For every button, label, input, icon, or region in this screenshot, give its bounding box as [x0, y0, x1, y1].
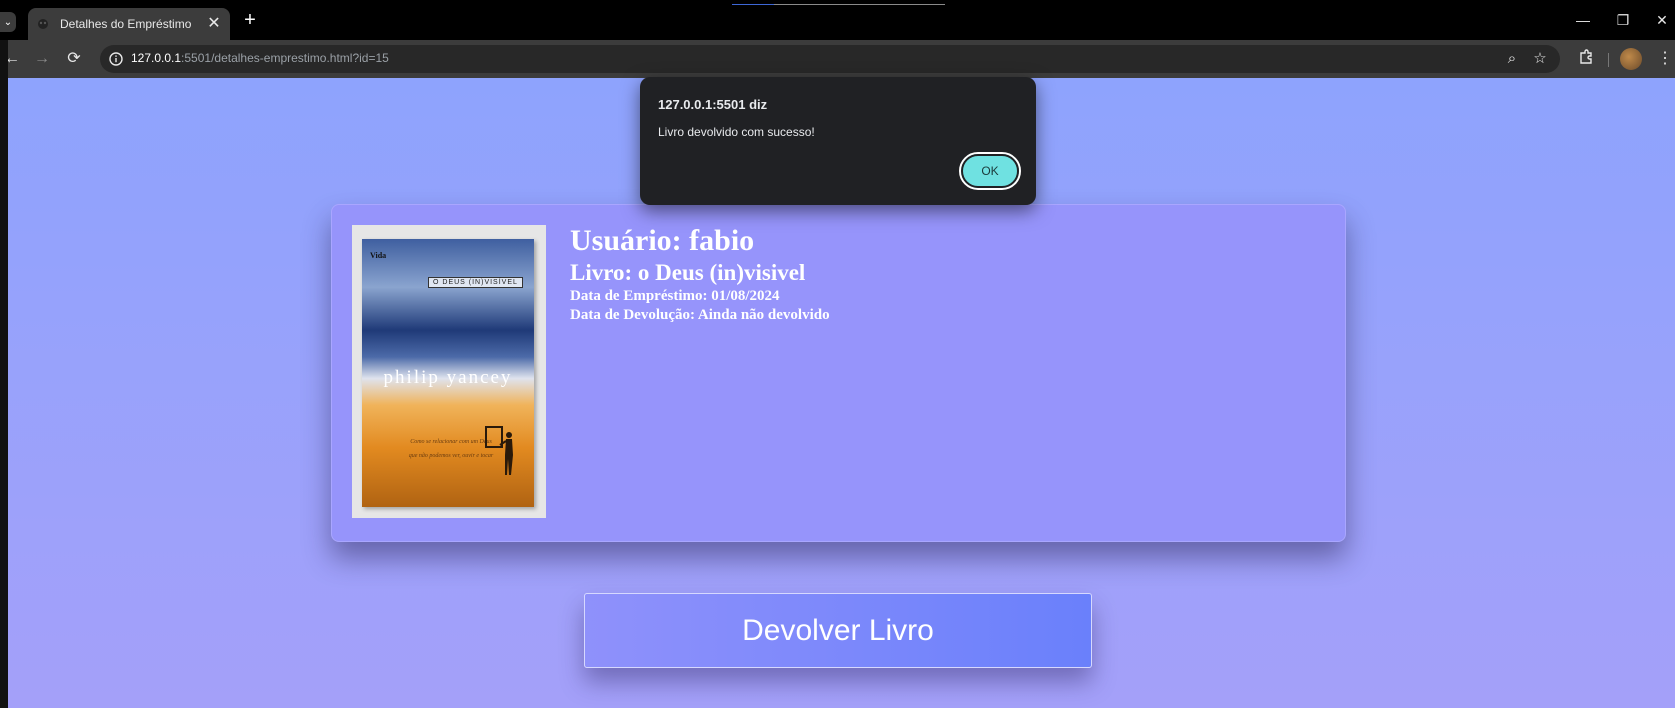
zoom-icon[interactable]: ⌕ [1502, 49, 1522, 69]
cover-publisher: Vida [370, 251, 387, 260]
browser-tab[interactable]: Detalhes do Empréstimo ✕ [28, 8, 230, 40]
favicon-icon [36, 17, 50, 31]
loan-details-card: Vida O DEUS (IN)VISÍVEL philip yancey Co… [331, 204, 1346, 542]
cover-silhouette-icon [485, 426, 513, 475]
alert-dialog: 127.0.0.1:5501 diz Livro devolvido com s… [640, 77, 1036, 205]
alert-message: Livro devolvido com sucesso! [658, 125, 815, 139]
alert-title: 127.0.0.1:5501 diz [658, 97, 768, 112]
cover-title: O DEUS (IN)VISÍVEL [428, 277, 523, 288]
reload-icon[interactable]: ⟳ [64, 49, 84, 69]
loan-date: Data de Empréstimo: 01/08/2024 [570, 288, 780, 304]
book-cover-image: Vida O DEUS (IN)VISÍVEL philip yancey Co… [352, 225, 546, 518]
browser-titlebar: ⌄ Detalhes do Empréstimo ✕ + — ❐ ✕ [0, 0, 1675, 40]
profile-avatar[interactable] [1620, 48, 1642, 70]
menu-icon[interactable]: ⋮ [1655, 49, 1675, 69]
browser-toolbar: ← → ⟳ 127.0.0.1:5501/detalhes-emprestimo… [0, 40, 1675, 78]
loan-info: Usuário: fabio Livro: o Deus (in)visivel… [570, 223, 830, 325]
extensions-icon[interactable] [1576, 49, 1596, 69]
address-bar[interactable]: 127.0.0.1:5501/detalhes-emprestimo.html?… [100, 45, 1560, 73]
bookmark-star-icon[interactable]: ☆ [1530, 49, 1550, 69]
close-window-icon[interactable]: ✕ [1652, 10, 1672, 30]
restore-icon[interactable]: ❐ [1613, 10, 1633, 30]
tab-close-icon[interactable]: ✕ [206, 16, 222, 32]
book-title: Livro: o Deus (in)visivel [570, 260, 806, 285]
tab-title: Detalhes do Empréstimo [60, 17, 192, 31]
book-cover-art: Vida O DEUS (IN)VISÍVEL philip yancey Co… [362, 239, 534, 507]
tab-search-button[interactable]: ⌄ [0, 12, 16, 32]
url-text[interactable]: 127.0.0.1:5501/detalhes-emprestimo.html?… [131, 51, 389, 65]
return-book-button[interactable]: Devolver Livro [584, 593, 1092, 668]
user-name: Usuário: fabio [570, 224, 755, 257]
window-edge [0, 40, 8, 708]
forward-icon[interactable]: → [32, 49, 52, 69]
toolbar-divider [1608, 53, 1609, 67]
minimize-icon[interactable]: — [1573, 10, 1593, 30]
cover-author: philip yancey [383, 367, 513, 388]
site-info-icon[interactable] [106, 49, 126, 69]
url-host: 127.0.0.1 [131, 51, 182, 65]
new-tab-button[interactable]: + [240, 10, 260, 30]
return-date: Data de Devolução: Ainda não devolvido [570, 307, 830, 323]
alert-ok-button[interactable]: OK [959, 152, 1021, 190]
loading-indicator [732, 4, 945, 5]
url-path: :5501/detalhes-emprestimo.html?id=15 [181, 51, 389, 65]
